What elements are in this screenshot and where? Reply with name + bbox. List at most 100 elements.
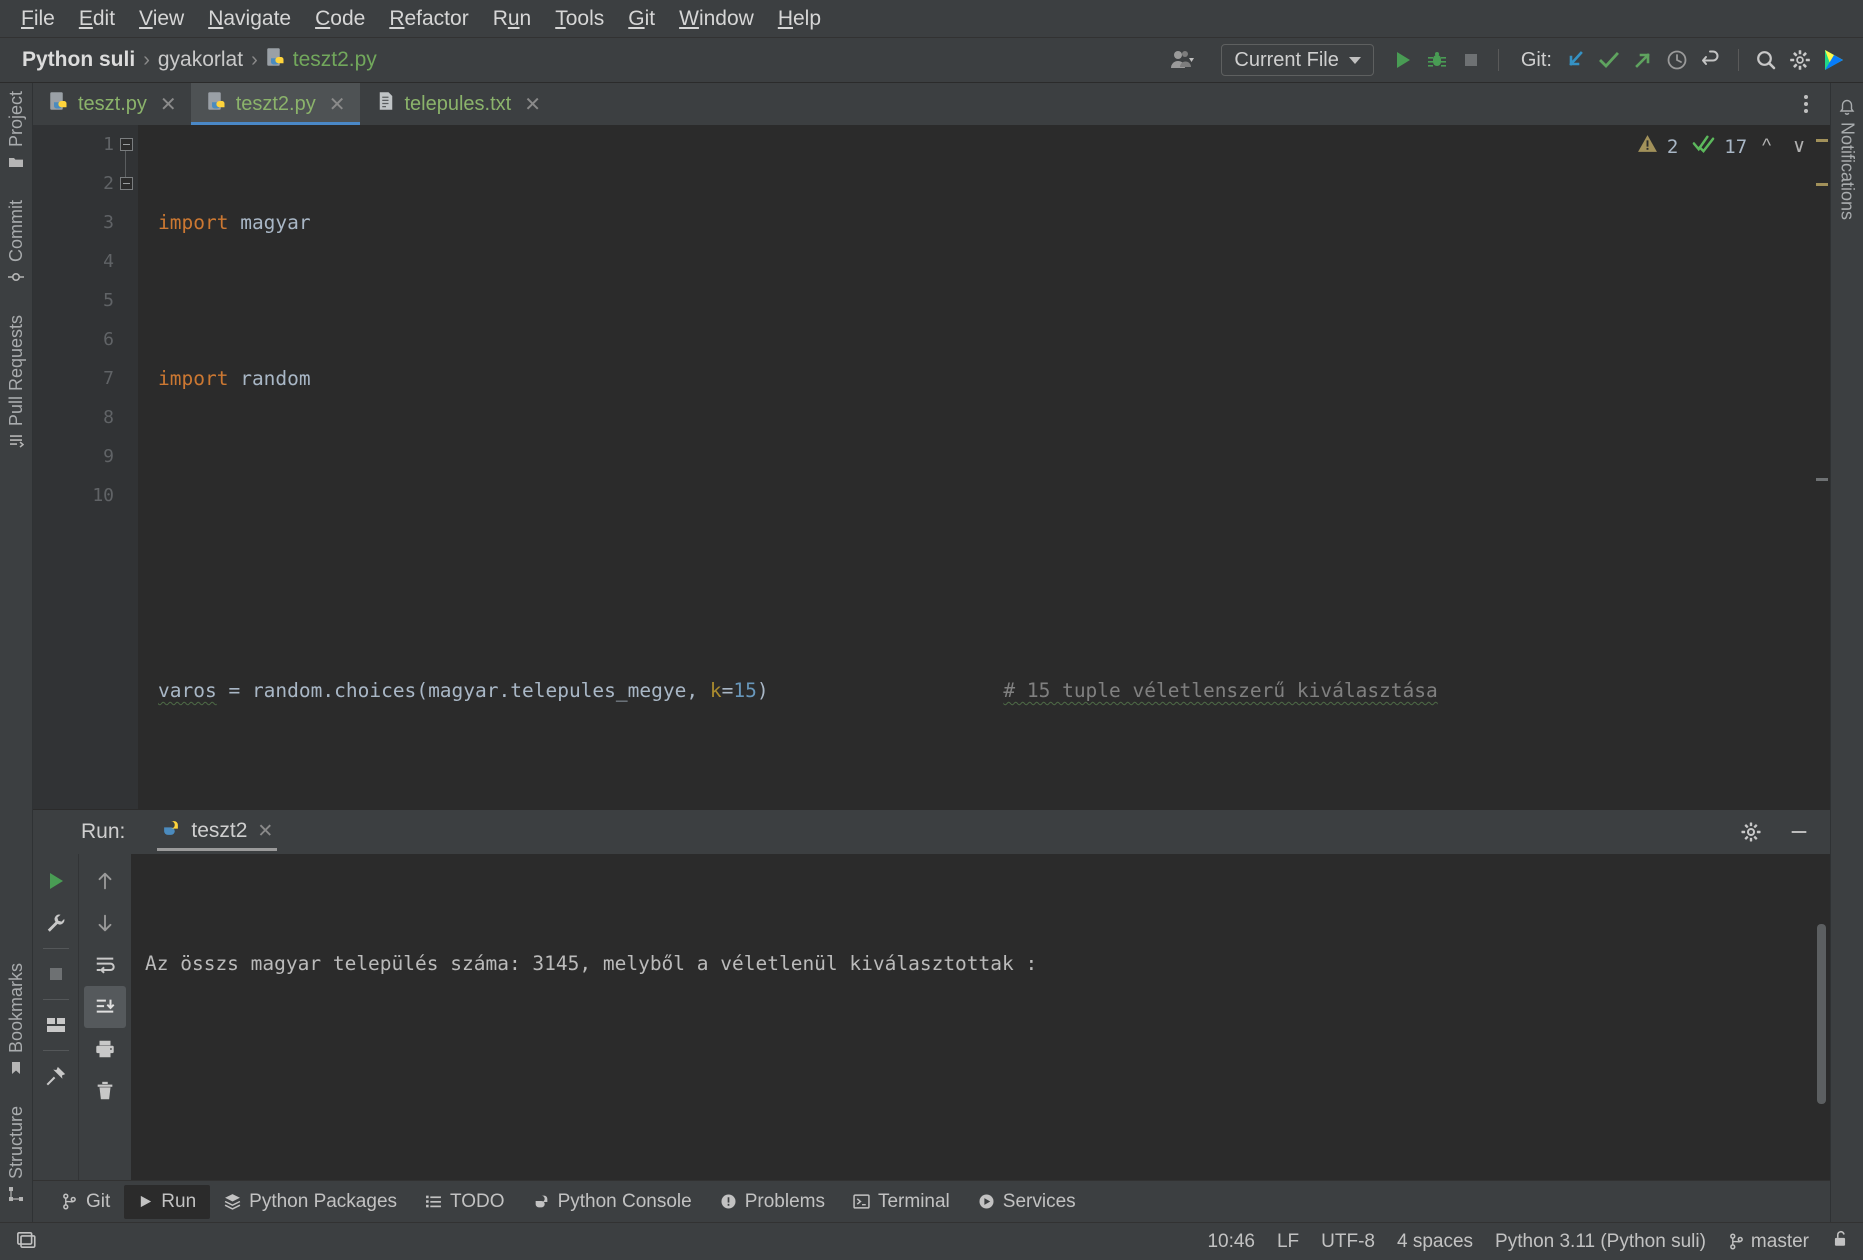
editor-content[interactable]: 1 2 3 4 5 6 7 8 9 10 import magyar impor… — [33, 125, 1830, 809]
bottom-tab-python-packages[interactable]: Python Packages — [210, 1185, 411, 1219]
menu-run[interactable]: Run — [482, 6, 543, 31]
sidebar-item-bookmarks[interactable]: Bookmarks — [6, 955, 27, 1084]
bottom-tab-run[interactable]: Run — [124, 1184, 211, 1219]
close-icon[interactable]: ✕ — [524, 92, 541, 117]
bottom-tab-python-console[interactable]: Python Console — [519, 1185, 706, 1219]
git-label: Git: — [1520, 48, 1552, 71]
stop-icon[interactable] — [1454, 44, 1488, 76]
code-line-2[interactable]: import random — [158, 359, 1830, 398]
menu-git[interactable]: Git — [617, 6, 666, 31]
line-number: 10 — [92, 485, 114, 506]
bottom-tab-services[interactable]: Services — [964, 1185, 1090, 1219]
console-output[interactable]: Az összs magyar település száma: 3145, m… — [131, 854, 1830, 1180]
layout-button[interactable] — [35, 1004, 77, 1046]
line-number-gutter[interactable]: 1 2 3 4 5 6 7 8 9 10 — [33, 125, 138, 809]
rollback-icon[interactable] — [1694, 44, 1728, 76]
ide-widget-icon[interactable] — [16, 1229, 36, 1255]
warning-marker[interactable] — [1816, 183, 1828, 186]
close-icon[interactable]: ✕ — [329, 92, 346, 117]
code-lines[interactable]: import magyar import random varos = rand… — [138, 125, 1830, 809]
todo-list-icon — [426, 1195, 441, 1208]
rerun-button[interactable] — [35, 860, 77, 902]
bottom-tab-label: Services — [1002, 1190, 1076, 1212]
token-keyword: import — [158, 367, 229, 390]
minimize-icon[interactable] — [1782, 816, 1816, 848]
status-line-separator[interactable]: LF — [1277, 1231, 1299, 1253]
up-the-stack-trace-button[interactable] — [84, 860, 126, 902]
editor-tab-teszt-py[interactable]: teszt.py ✕ — [33, 83, 191, 125]
breadcrumb-file[interactable]: teszt2.py — [266, 47, 377, 73]
sidebar-item-notifications[interactable]: Notifications — [1837, 91, 1858, 228]
run-configuration-selector[interactable]: Current File — [1221, 44, 1374, 76]
sidebar-item-commit[interactable]: Commit — [6, 192, 27, 293]
run-tab-teszt2[interactable]: teszt2 ✕ — [151, 813, 283, 851]
bottom-tab-todo[interactable]: TODO — [411, 1185, 519, 1219]
scroll-to-end-button[interactable] — [84, 986, 126, 1028]
bottom-tab-problems[interactable]: Problems — [706, 1185, 839, 1219]
status-indent[interactable]: 4 spaces — [1397, 1231, 1473, 1253]
down-the-stack-trace-button[interactable] — [84, 902, 126, 944]
chevron-down-icon[interactable]: ∨ — [1786, 135, 1812, 158]
menu-edit[interactable]: Edit — [68, 6, 126, 31]
push-icon[interactable] — [1626, 44, 1660, 76]
status-branch-label: master — [1750, 1230, 1809, 1252]
menu-view[interactable]: View — [128, 6, 195, 31]
sidebar-item-project[interactable]: Project — [6, 83, 27, 178]
bottom-tab-terminal[interactable]: Terminal — [839, 1185, 964, 1219]
print-button[interactable] — [84, 1028, 126, 1070]
breadcrumb-folder[interactable]: gyakorlat — [158, 48, 243, 72]
editor-tab-telepules-txt[interactable]: telepules.txt ✕ — [360, 83, 556, 125]
breadcrumb-project[interactable]: Python suli — [22, 48, 135, 72]
console-scrollbar[interactable] — [1817, 924, 1826, 1104]
pin-tab-button[interactable] — [35, 1055, 77, 1097]
inspection-widget[interactable]: 2 17 ^ ∨ — [1637, 133, 1812, 160]
settings-icon[interactable] — [1783, 44, 1817, 76]
sidebar-item-structure[interactable]: Structure — [6, 1098, 27, 1210]
status-interpreter[interactable]: Python 3.11 (Python suli) — [1495, 1231, 1706, 1253]
menu-navigate[interactable]: Navigate — [197, 6, 302, 31]
menu-file[interactable]: File — [10, 6, 66, 31]
menu-tools[interactable]: Tools — [544, 6, 615, 31]
editor-tab-label: telepules.txt — [404, 92, 512, 115]
search-everywhere-icon[interactable] — [1749, 44, 1783, 76]
main-body: Project Commit Pull Requests Bookmarks S… — [0, 83, 1863, 1222]
fold-marker[interactable] — [119, 137, 133, 151]
bottom-tab-git[interactable]: Git — [47, 1185, 124, 1219]
soft-wrap-button[interactable] — [84, 944, 126, 986]
profile-icon[interactable] — [1155, 44, 1209, 76]
code-editor[interactable]: 2 17 ^ ∨ 1 2 3 4 5 6 7 8 9 10 import mag… — [33, 125, 1830, 809]
debug-icon[interactable] — [1420, 44, 1454, 76]
status-encoding[interactable]: UTF-8 — [1321, 1231, 1375, 1253]
update-project-icon[interactable] — [1558, 44, 1592, 76]
sidebar-item-label: Notifications — [1837, 122, 1858, 221]
menu-code[interactable]: Code — [304, 6, 376, 31]
gear-icon[interactable] — [1734, 816, 1768, 848]
stop-button[interactable] — [35, 953, 77, 995]
warning-marker[interactable] — [1816, 139, 1828, 142]
close-icon[interactable]: ✕ — [160, 92, 177, 117]
ide-logo-icon[interactable] — [1817, 44, 1851, 76]
editor-tab-teszt2-py[interactable]: teszt2.py ✕ — [190, 83, 360, 125]
menu-help[interactable]: Help — [767, 6, 832, 31]
code-line-3[interactable] — [158, 515, 1830, 554]
code-line-4[interactable]: varos = random.choices(magyar.telepules_… — [158, 671, 1830, 710]
sidebar-item-pull-requests[interactable]: Pull Requests — [6, 307, 27, 457]
status-time[interactable]: 10:46 — [1207, 1231, 1255, 1253]
close-icon[interactable]: ✕ — [257, 820, 273, 843]
fold-marker[interactable] — [119, 176, 133, 190]
status-git-branch[interactable]: master — [1728, 1231, 1809, 1253]
editor-marker-lane[interactable] — [1814, 125, 1830, 809]
history-icon[interactable] — [1660, 44, 1694, 76]
menu-window[interactable]: Window — [668, 6, 765, 31]
chevron-up-icon[interactable]: ^ — [1756, 136, 1777, 158]
menu-refactor[interactable]: Refactor — [378, 6, 479, 31]
editor-area: teszt.py ✕ teszt2.py ✕ telepules.txt ✕ 2… — [33, 83, 1830, 1222]
clear-all-button[interactable] — [84, 1070, 126, 1112]
run-icon[interactable] — [1386, 44, 1420, 76]
edit-configurations-button[interactable] — [35, 902, 77, 944]
commit-checkmark-icon[interactable] — [1592, 44, 1626, 76]
lock-icon[interactable] — [1831, 1230, 1849, 1254]
more-options-icon[interactable] — [1796, 87, 1816, 121]
code-line-1[interactable]: import magyar — [158, 203, 1830, 242]
